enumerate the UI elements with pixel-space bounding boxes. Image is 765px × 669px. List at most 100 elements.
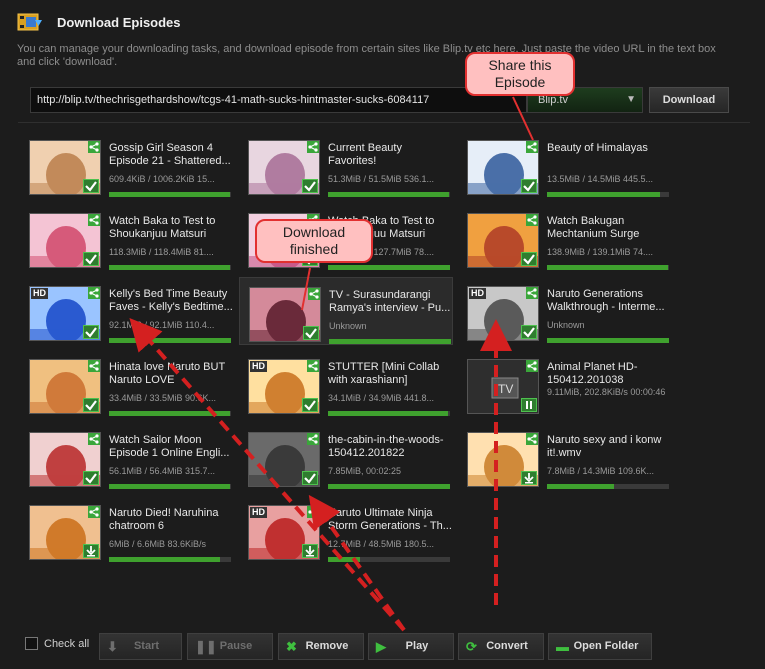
progress-bar <box>109 192 231 197</box>
check-all-checkbox[interactable] <box>25 637 38 650</box>
pause-button[interactable]: ❚❚ Pause <box>187 633 273 660</box>
episode-info: 9.11MiB, 202.8KiB/s 00:00:46 <box>547 387 666 397</box>
episode-thumbnail[interactable] <box>29 432 101 487</box>
progress-bar <box>109 338 231 343</box>
episode-thumbnail[interactable]: HD <box>467 286 539 341</box>
episode-item[interactable]: HD Naruto Ultimate Ninja Storm Generation… <box>239 496 453 564</box>
episode-item[interactable]: Current Beauty Favorites! 51.3MiB / 51.5M… <box>239 131 453 199</box>
convert-button[interactable]: ⟳ Convert <box>458 633 544 660</box>
progress-fill <box>109 338 231 343</box>
episode-item[interactable]: Beauty of Himalayas 13.5MiB / 14.5MiB 445… <box>458 131 672 199</box>
episode-info: 6MiB / 6.6MiB 83.6KiB/s <box>109 539 207 549</box>
url-input[interactable]: http://blip.tv/thechrisgethardshow/tcgs-… <box>30 87 527 113</box>
check-all-label: Check all <box>44 637 90 650</box>
pause-icon <box>521 398 537 412</box>
check-icon <box>521 179 537 193</box>
remove-button[interactable]: ✖ Remove <box>278 633 364 660</box>
episode-thumbnail[interactable] <box>467 432 539 487</box>
progress-fill <box>109 557 221 562</box>
episode-title: Naruto sexy and i konw it!.wmv <box>547 434 662 459</box>
share-icon[interactable] <box>88 287 100 299</box>
episode-list: Gossip Girl Season 4 Episode 21 - Shatte… <box>18 122 750 614</box>
episode-thumbnail[interactable] <box>467 213 539 268</box>
hd-badge: HD <box>250 361 267 372</box>
share-icon[interactable] <box>88 506 100 518</box>
check-icon <box>83 179 99 193</box>
share-icon[interactable] <box>308 288 320 300</box>
share-icon[interactable] <box>307 506 319 518</box>
callout-download-finished: Download finished <box>255 219 373 263</box>
check-icon <box>303 326 319 340</box>
episode-thumbnail[interactable] <box>467 140 539 195</box>
share-icon[interactable] <box>307 141 319 153</box>
check-all[interactable]: Check all <box>25 637 89 650</box>
episode-info: 92.1MiB / 92.1MiB 110.4... <box>109 320 215 330</box>
play-button[interactable]: ▶ Play <box>368 633 454 660</box>
progress-bar <box>329 339 451 344</box>
share-icon[interactable] <box>88 141 100 153</box>
share-icon[interactable] <box>526 141 538 153</box>
progress-bar <box>328 484 450 489</box>
share-icon[interactable] <box>88 433 100 445</box>
episode-thumbnail[interactable]: HD <box>248 359 320 414</box>
share-icon[interactable] <box>526 214 538 226</box>
episode-item[interactable]: Gossip Girl Season 4 Episode 21 - Shatte… <box>20 131 234 199</box>
episode-info: Unknown <box>329 321 367 331</box>
episode-thumbnail[interactable] <box>29 140 101 195</box>
progress-fill <box>328 484 450 489</box>
start-button[interactable]: ⬇ Start <box>99 633 182 660</box>
progress-bar <box>547 265 669 270</box>
download-icon <box>83 544 99 558</box>
progress-fill <box>329 339 451 344</box>
episode-thumbnail[interactable] <box>29 213 101 268</box>
share-icon[interactable] <box>526 287 538 299</box>
episode-thumbnail[interactable] <box>248 140 320 195</box>
episode-thumbnail[interactable] <box>29 359 101 414</box>
episode-item[interactable]: TV Animal Planet HD-150412.201038 9.11MiB,… <box>458 350 672 418</box>
episode-title: TV - Surasundarangi Ramya's interview - … <box>329 289 451 314</box>
episode-item[interactable]: TV - Surasundarangi Ramya's interview - … <box>239 277 453 345</box>
progress-fill <box>109 192 230 197</box>
play-label: Play <box>405 640 429 652</box>
episode-thumbnail[interactable] <box>29 505 101 560</box>
episode-info: Unknown <box>547 320 585 330</box>
progress-bar <box>328 265 450 270</box>
remove-label: Remove <box>305 640 349 652</box>
progress-fill <box>328 265 450 270</box>
episode-info: 33.4MiB / 33.5MiB 90.6K... <box>109 393 217 403</box>
episode-title: Watch Sailor Moon Episode 1 Online Engli… <box>109 434 230 459</box>
episode-info: 7.8MiB / 14.3MiB 109.6K... <box>547 466 655 476</box>
share-icon[interactable] <box>88 360 100 372</box>
convert-label: Convert <box>486 640 528 652</box>
episode-item[interactable]: Naruto Died! Naruhina chatroom 6 6MiB / 6… <box>20 496 234 564</box>
episode-title: Naruto Died! Naruhina chatroom 6 <box>109 507 219 532</box>
share-icon[interactable] <box>307 433 319 445</box>
episode-item[interactable]: HD Kelly's Bed Time Beauty Faves - Kelly'… <box>20 277 234 345</box>
share-icon[interactable] <box>526 360 538 372</box>
open-folder-button[interactable]: ▬ Open Folder <box>548 633 652 660</box>
share-icon[interactable] <box>88 214 100 226</box>
share-icon[interactable] <box>526 433 538 445</box>
episode-item[interactable]: Watch Bakugan Mechtanium Surge Epis... 13… <box>458 204 672 272</box>
episode-title: Beauty of Himalayas <box>547 142 648 154</box>
episode-thumbnail[interactable]: HD <box>248 505 320 560</box>
episode-item[interactable]: Watch Sailor Moon Episode 1 Online Engli… <box>20 423 234 491</box>
episode-item[interactable]: HD STUTTER [Mini Collab with xarashiann] 3… <box>239 350 453 418</box>
episode-thumbnail[interactable]: TV <box>467 359 539 414</box>
hd-badge: HD <box>31 288 48 299</box>
progress-fill <box>328 192 449 197</box>
episode-thumbnail[interactable] <box>249 287 321 342</box>
episode-thumbnail[interactable] <box>248 432 320 487</box>
film-download-icon <box>17 10 43 34</box>
progress-bar <box>109 557 231 562</box>
episode-item[interactable]: the-cabin-in-the-woods-150412.201822 7.85… <box>239 423 453 491</box>
progress-fill <box>109 411 230 416</box>
episode-item[interactable]: Hinata love Naruto BUT Naruto LOVE SAKUR… <box>20 350 234 418</box>
progress-bar <box>547 484 669 489</box>
episode-thumbnail[interactable]: HD <box>29 286 101 341</box>
download-button[interactable]: Download <box>649 87 729 113</box>
share-icon[interactable] <box>307 360 319 372</box>
episode-item[interactable]: HD Naruto Generations Walkthrough - Inter… <box>458 277 672 345</box>
episode-item[interactable]: Naruto sexy and i konw it!.wmv 7.8MiB / 1… <box>458 423 672 491</box>
episode-item[interactable]: Watch Baka to Test to Shoukanjuu Matsuri… <box>20 204 234 272</box>
